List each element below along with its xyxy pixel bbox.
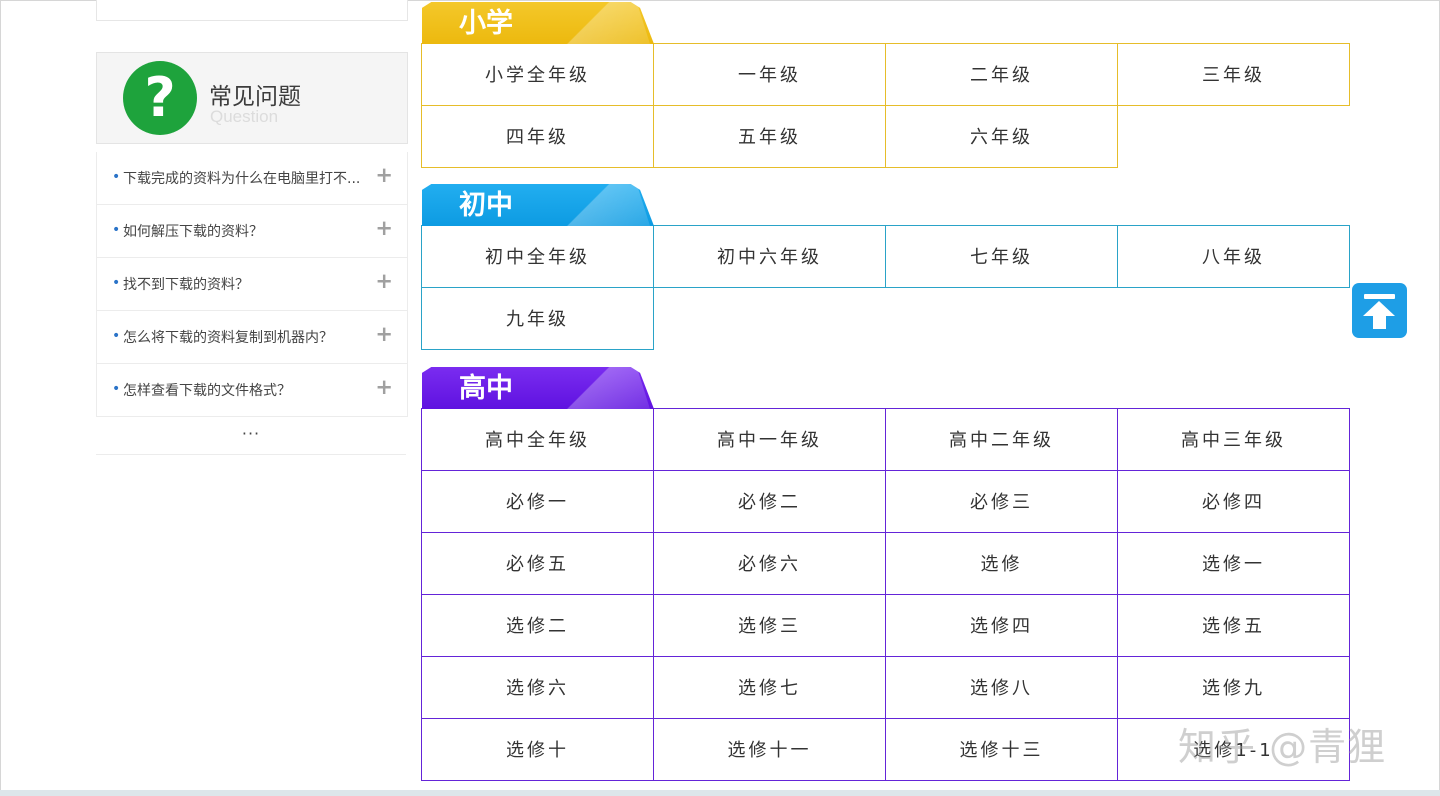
grade-link[interactable]: 选修十三 [885, 718, 1118, 781]
bottom-strip [0, 790, 1440, 796]
faq-question[interactable]: 怎么将下载的资料复制到机器内？ [123, 327, 373, 347]
section-primary: 小学 小学全年级 一年级 二年级 三年级 四年级 五年级 六年级 [421, 2, 1350, 168]
plus-icon[interactable]: + [375, 216, 393, 240]
grade-link[interactable]: 四年级 [421, 105, 654, 168]
grade-link[interactable]: 小学全年级 [421, 43, 654, 106]
plus-icon[interactable]: + [375, 269, 393, 293]
back-to-top-button[interactable] [1352, 283, 1407, 338]
grade-link[interactable]: 高中一年级 [653, 408, 886, 471]
faq-item[interactable]: • 下载完成的资料为什么在电脑里打不... + [97, 152, 407, 205]
grade-link[interactable]: 六年级 [885, 105, 1118, 168]
grade-link[interactable]: 必修一 [421, 470, 654, 533]
faq-item[interactable]: • 如何解压下载的资料？ + [97, 205, 407, 258]
grade-link[interactable]: 选修三 [653, 594, 886, 657]
bullet-icon: • [112, 275, 121, 291]
grade-link[interactable]: 高中二年级 [885, 408, 1118, 471]
faq-question[interactable]: 下载完成的资料为什么在电脑里打不... [123, 168, 373, 188]
grade-link[interactable]: 选修四 [885, 594, 1118, 657]
faq-subtitle: Question [210, 107, 279, 126]
grade-link[interactable]: 选修七 [653, 656, 886, 719]
grade-grid-primary: 小学全年级 一年级 二年级 三年级 四年级 五年级 六年级 [421, 43, 1350, 168]
tab-primary: 小学 [422, 2, 654, 44]
tab-senior: 高中 [422, 367, 654, 409]
tab-junior-label: 初中 [459, 190, 513, 221]
faq-list: • 下载完成的资料为什么在电脑里打不... + • 如何解压下载的资料？ + •… [96, 152, 408, 417]
grade-link[interactable]: 必修六 [653, 532, 886, 595]
watermark: 知乎 @青狸 [1178, 725, 1387, 769]
faq-question[interactable]: 如何解压下载的资料？ [123, 221, 373, 241]
grade-link[interactable]: 初中全年级 [421, 225, 654, 288]
tab-senior-label: 高中 [459, 373, 513, 404]
grade-link[interactable]: 选修十一 [653, 718, 886, 781]
grade-link[interactable]: 八年级 [1117, 225, 1350, 288]
tab-junior: 初中 [422, 184, 654, 226]
grade-link[interactable]: 高中全年级 [421, 408, 654, 471]
grade-link[interactable]: 必修五 [421, 532, 654, 595]
bullet-icon: • [112, 222, 121, 238]
faq-question[interactable]: 找不到下载的资料？ [123, 274, 373, 294]
faq-title: 常见问题 [209, 84, 301, 110]
faq-question[interactable]: 怎样查看下载的文件格式？ [123, 380, 373, 400]
grade-link[interactable]: 选修二 [421, 594, 654, 657]
grade-link[interactable]: 必修三 [885, 470, 1118, 533]
faq-header: ? 常见问题 Question [96, 52, 408, 144]
faq-item[interactable]: • 怎样查看下载的文件格式？ + [97, 364, 407, 417]
grade-link[interactable]: 高中三年级 [1117, 408, 1350, 471]
sidebar-top-panel [96, 0, 408, 21]
plus-icon[interactable]: + [375, 163, 393, 187]
question-mark-icon: ? [123, 61, 197, 135]
faq-item[interactable]: • 找不到下载的资料？ + [97, 258, 407, 311]
grade-link[interactable]: 五年级 [653, 105, 886, 168]
grade-link[interactable]: 七年级 [885, 225, 1118, 288]
bullet-icon: • [112, 328, 121, 344]
grade-link[interactable]: 选修 [885, 532, 1118, 595]
faq-more-link[interactable]: ··· [96, 424, 406, 455]
grade-link[interactable]: 选修五 [1117, 594, 1350, 657]
bullet-icon: • [112, 381, 121, 397]
section-junior: 初中 初中全年级 初中六年级 七年级 八年级 九年级 [421, 184, 1350, 350]
grade-link[interactable]: 二年级 [885, 43, 1118, 106]
faq-item[interactable]: • 怎么将下载的资料复制到机器内？ + [97, 311, 407, 364]
grade-grid-junior: 初中全年级 初中六年级 七年级 八年级 九年级 [421, 225, 1350, 350]
plus-icon[interactable]: + [375, 375, 393, 399]
grade-link[interactable]: 选修十 [421, 718, 654, 781]
grade-link[interactable]: 必修四 [1117, 470, 1350, 533]
grade-link[interactable]: 一年级 [653, 43, 886, 106]
tab-primary-label: 小学 [459, 8, 513, 39]
grade-link[interactable]: 初中六年级 [653, 225, 886, 288]
grade-link[interactable]: 选修九 [1117, 656, 1350, 719]
bullet-icon: • [112, 169, 121, 185]
grade-link[interactable]: 选修八 [885, 656, 1118, 719]
grade-link[interactable]: 选修一 [1117, 532, 1350, 595]
grade-link[interactable]: 九年级 [421, 287, 654, 350]
grade-link[interactable]: 选修六 [421, 656, 654, 719]
grade-link[interactable]: 三年级 [1117, 43, 1350, 106]
grade-link[interactable]: 必修二 [653, 470, 886, 533]
plus-icon[interactable]: + [375, 322, 393, 346]
